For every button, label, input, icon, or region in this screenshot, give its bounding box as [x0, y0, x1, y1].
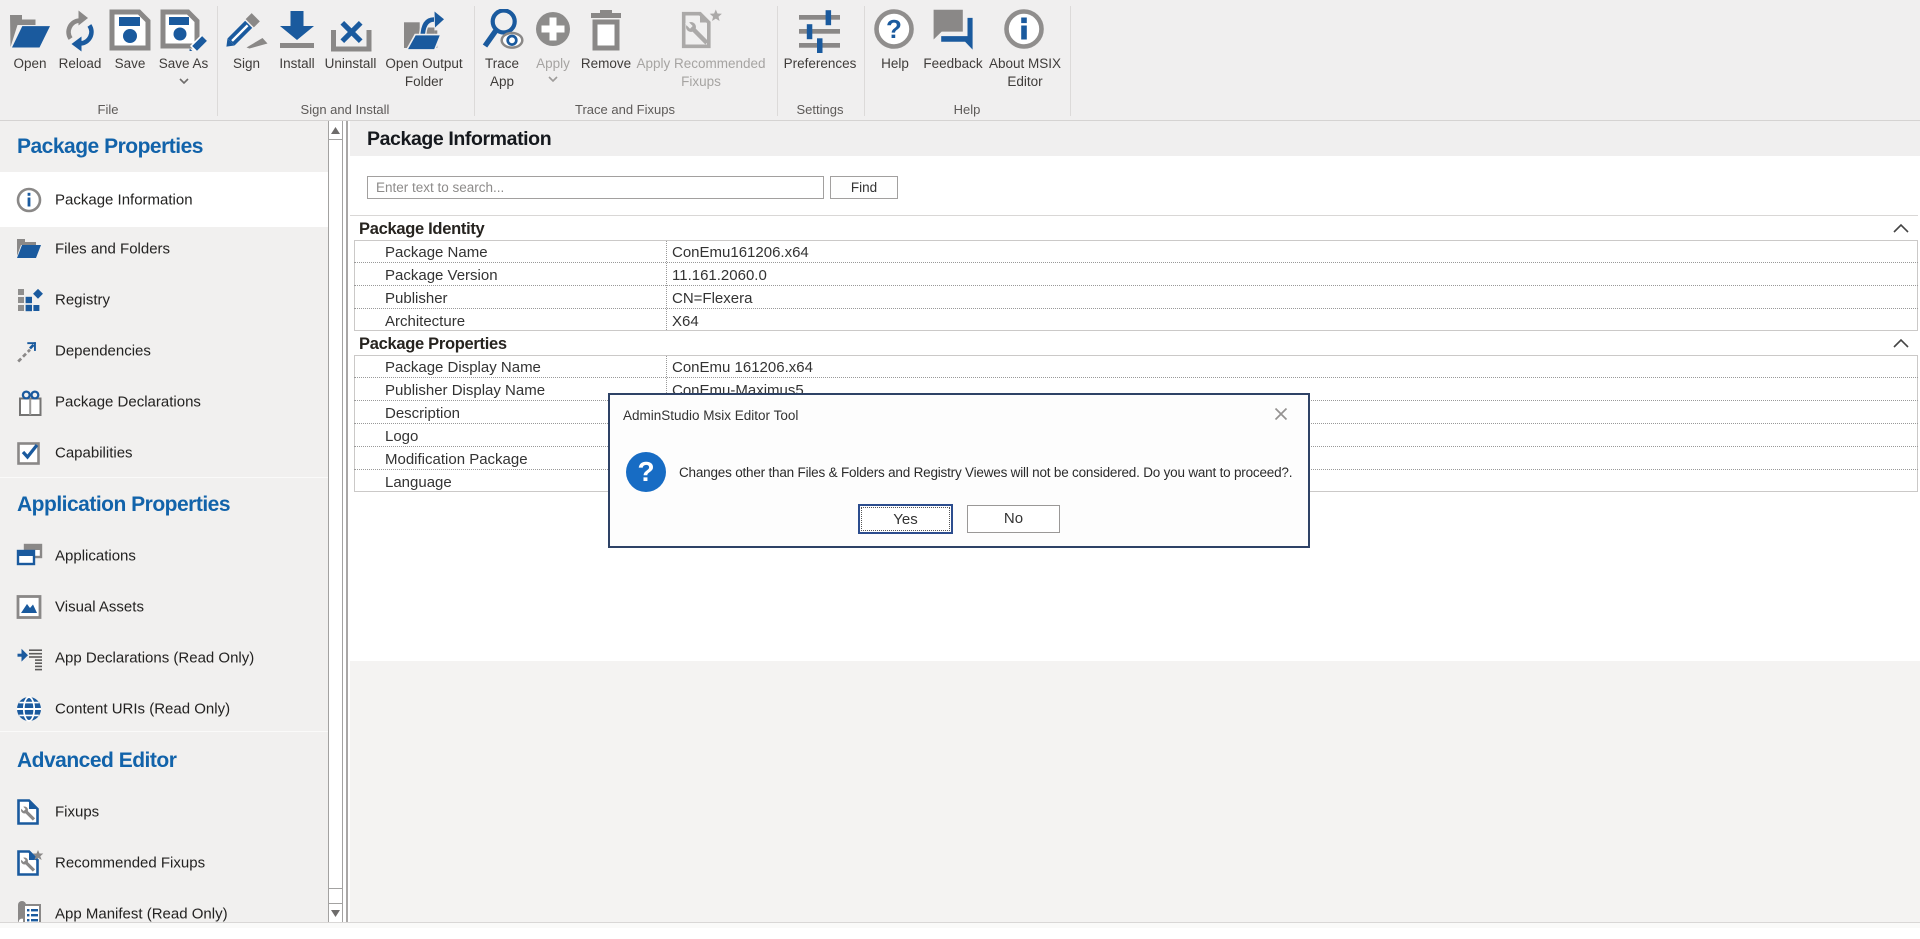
svg-text:?: ?: [886, 14, 902, 44]
svg-text:?: ?: [637, 456, 654, 487]
